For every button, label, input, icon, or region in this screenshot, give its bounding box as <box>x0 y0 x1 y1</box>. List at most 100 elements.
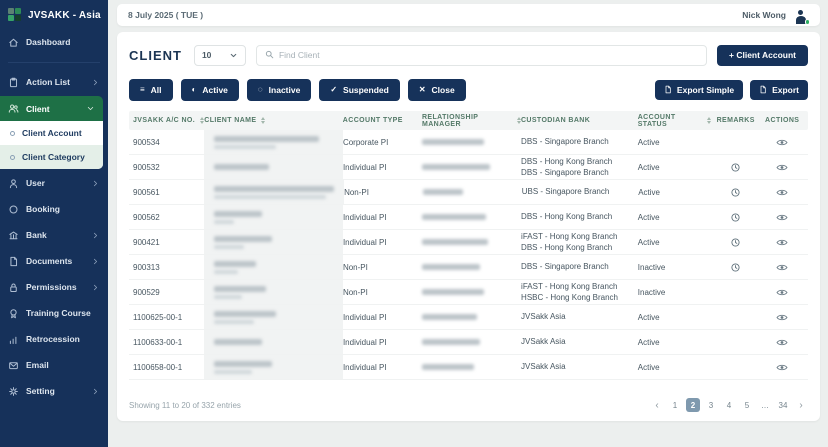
view-button[interactable] <box>774 233 790 252</box>
redacted-text-block <box>214 135 320 142</box>
sidebar-item-training-course[interactable]: Training Course <box>0 300 108 326</box>
view-button[interactable] <box>774 308 790 327</box>
custodian-bank-cell: JVSakk Asia <box>521 336 638 347</box>
brand[interactable]: JVSAKK - Asia <box>0 0 108 29</box>
remarks-cell <box>711 258 760 277</box>
envelope-icon <box>8 360 19 371</box>
actions-cell <box>760 208 804 227</box>
sidebar-item-label: Setting <box>26 386 55 396</box>
filter-label: Suspended <box>343 85 389 95</box>
sidebar-item-client-category[interactable]: Client Category <box>0 145 103 169</box>
sidebar-item-label: Documents <box>26 256 73 266</box>
entries-summary: Showing 11 to 20 of 332 entries <box>129 400 241 410</box>
user-name: Nick Wong <box>742 10 786 20</box>
table-row[interactable]: 900529 Non-PI iFAST - Hong Kong Branch HSBC… <box>129 280 808 305</box>
page-size-select[interactable]: 10 <box>193 44 246 66</box>
sidebar-item-client[interactable]: Client <box>0 96 103 121</box>
sidebar-item-client-account[interactable]: Client Account <box>0 121 103 145</box>
user-menu[interactable]: Nick Wong <box>742 7 810 25</box>
view-button[interactable] <box>774 133 790 152</box>
sidebar-item-label: Training Course <box>26 308 91 318</box>
sidebar-item-label: Action List <box>26 77 70 87</box>
account-type-cell: Individual PI <box>342 162 387 172</box>
filter-all-button[interactable]: ≡ All <box>129 79 173 101</box>
chevron-right-icon <box>91 283 100 292</box>
sort-icon[interactable] <box>261 116 266 125</box>
table-row[interactable]: 1100625-00-1 Individual PI JVSakk Asia Acti… <box>129 305 808 330</box>
table-row[interactable]: 900313 Non-PI DBS - Singapore Branch Inacti… <box>129 255 808 280</box>
redacted-text-block <box>214 294 243 299</box>
circle-bullet-icon <box>10 130 15 136</box>
remark-history-button[interactable] <box>729 258 742 277</box>
circle-icon <box>8 204 19 215</box>
custodian-bank-cell: iFAST - Hong Kong Branch HSBC - Hong Kong… <box>521 281 638 303</box>
export-simple-button[interactable]: Export Simple <box>654 80 744 100</box>
view-button[interactable] <box>774 158 790 177</box>
table-row[interactable]: 900562 Individual PI DBS - Hong Kong Branc… <box>129 205 808 230</box>
remark-history-button[interactable] <box>729 233 742 252</box>
actions-cell <box>761 183 804 202</box>
account-number-cell: 900529 <box>133 287 160 297</box>
sidebar-item-user[interactable]: User <box>0 170 108 196</box>
pagination-page-1[interactable]: 1 <box>668 398 682 412</box>
sidebar-item-permissions[interactable]: Permissions <box>0 274 108 300</box>
view-button[interactable] <box>774 208 790 227</box>
view-button[interactable] <box>774 358 790 377</box>
add-client-account-button[interactable]: + Client Account <box>717 44 808 66</box>
filter-suspended-button[interactable]: ✓ Suspended <box>319 79 400 101</box>
relationship-manager-cell-redacted <box>423 189 522 195</box>
redacted-text-block <box>423 189 464 195</box>
pagination-prev-button[interactable]: ‹ <box>650 398 664 412</box>
search-input[interactable] <box>278 50 699 60</box>
sidebar-item-action-list[interactable]: Action List <box>0 69 108 95</box>
pagination-page-2[interactable]: 2 <box>686 398 700 412</box>
pagination-next-button[interactable]: › <box>794 398 808 412</box>
pagination-page-34[interactable]: 34 <box>776 398 790 412</box>
table-row[interactable]: 900532 Individual PI DBS - Hong Kong Branc… <box>129 155 808 180</box>
sidebar-item-retrocession[interactable]: Retrocession <box>0 326 108 352</box>
table-row[interactable]: 900421 Individual PI iFAST - Hong Kong Bra… <box>129 230 808 255</box>
brand-logo-icon <box>8 8 22 22</box>
account-number-cell: 900532 <box>133 162 160 172</box>
sidebar-item-dashboard[interactable]: Dashboard <box>0 29 108 55</box>
filter-close-button[interactable]: ✕ Close <box>407 79 466 101</box>
eye-icon <box>776 210 788 225</box>
sidebar-item-documents[interactable]: Documents <box>0 248 108 274</box>
filter-active-button[interactable]: ◐ Active <box>180 79 239 101</box>
client-toolbar: CLIENT 10 + Client Account <box>129 44 808 66</box>
search-icon <box>265 46 274 64</box>
view-button[interactable] <box>774 283 790 302</box>
export-button[interactable]: Export <box>750 80 808 100</box>
remark-history-button[interactable] <box>729 208 742 227</box>
table-row[interactable]: 900534 Corporate PI DBS - Singapore Branch… <box>129 130 808 155</box>
table-row[interactable]: 1100658-00-1 Individual PI JVSakk Asia Acti… <box>129 355 808 380</box>
sidebar-item-email[interactable]: Email <box>0 352 108 378</box>
actions-cell <box>760 258 804 277</box>
sidebar-item-label: User <box>26 178 45 188</box>
remark-history-button[interactable] <box>729 158 742 177</box>
main-area: 8 July 2025 ( TUE ) Nick Wong CLIENT 10 … <box>108 0 828 447</box>
actions-cell <box>760 158 804 177</box>
filter-inactive-button[interactable]: ◌ Inactive <box>246 79 312 101</box>
remark-history-button[interactable] <box>729 183 742 202</box>
eye-icon <box>776 335 788 350</box>
table-row[interactable]: 1100633-00-1 Individual PI JVSakk Asia Acti… <box>129 330 808 355</box>
sidebar-item-booking[interactable]: Booking <box>0 196 108 222</box>
column-label: JVSAKK A/C NO. <box>133 117 196 124</box>
table-row[interactable]: 900561 Non-PI UBS - Singapore Branch Active <box>129 180 808 205</box>
user-icon <box>8 178 19 189</box>
view-button[interactable] <box>774 258 790 277</box>
sidebar-item-bank[interactable]: Bank <box>0 222 108 248</box>
view-button[interactable] <box>774 333 790 352</box>
search-box[interactable] <box>255 44 708 66</box>
pagination-page-3[interactable]: 3 <box>704 398 718 412</box>
pagination-page-5[interactable]: 5 <box>740 398 754 412</box>
sidebar-item-setting[interactable]: Setting <box>0 378 108 404</box>
view-button[interactable] <box>774 183 790 202</box>
sidebar-nav: Dashboard Action List Client Client Account… <box>0 29 108 404</box>
pagination-page-4[interactable]: 4 <box>722 398 736 412</box>
account-status-cell: Active <box>637 137 660 147</box>
redacted-text-block <box>214 319 255 324</box>
chevron-down-icon <box>86 104 95 113</box>
eye-icon <box>776 185 788 200</box>
